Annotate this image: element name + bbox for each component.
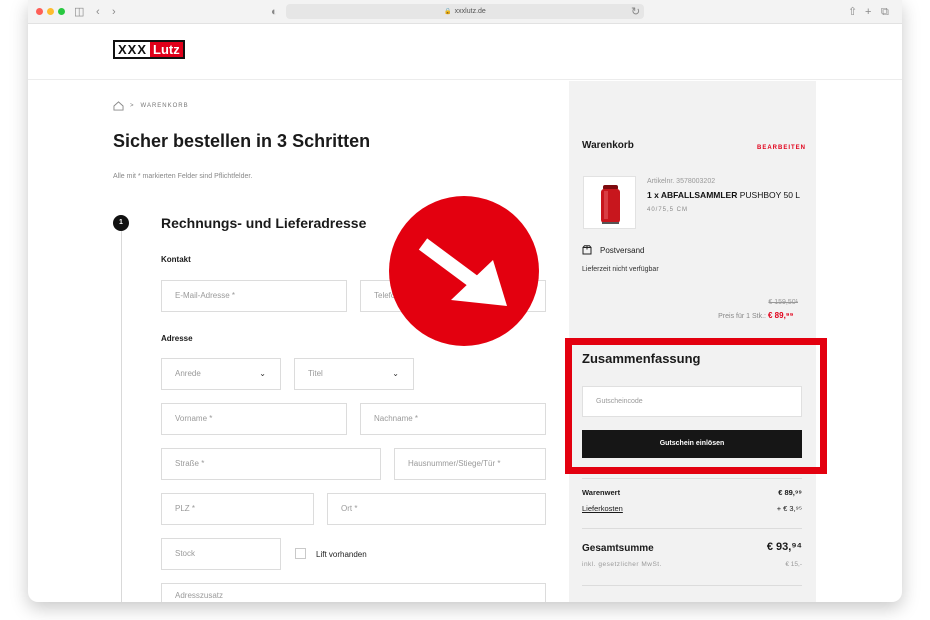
logo-xxx: XXX xyxy=(115,42,151,57)
firstname-field[interactable]: Vorname * xyxy=(161,403,347,435)
salutation-select[interactable]: Anrede ⌄ xyxy=(161,358,281,390)
edit-cart-link[interactable]: BEARBEITEN xyxy=(757,145,806,151)
breadcrumb-separator: > xyxy=(130,103,135,109)
product-dimensions: 40/75,5 CM xyxy=(647,207,689,213)
url-text: xxxlutz.de xyxy=(454,8,486,15)
zoom-window-dot[interactable] xyxy=(58,8,65,15)
logo-lutz: Lutz xyxy=(150,42,183,57)
address-bar[interactable]: 🔒 xxxlutz.de xyxy=(286,4,644,19)
salutation-value: Anrede xyxy=(175,369,201,378)
shipping-cost: + € 3,⁹⁵ xyxy=(776,504,802,513)
shipping-method-label: Postversand xyxy=(600,245,645,255)
product-name[interactable]: 1 x ABFALLSAMMLER PUSHBOY 50 L xyxy=(647,190,800,200)
shipping-cost-link[interactable]: Lieferkosten xyxy=(582,504,623,513)
breadcrumb-current: WARENKORB xyxy=(140,103,189,109)
product-name-rest: PUSHBOY 50 L xyxy=(737,190,801,200)
site-header: XXX Lutz xyxy=(28,24,902,80)
home-icon[interactable] xyxy=(113,101,124,111)
page-title: Sicher bestellen in 3 Schritten xyxy=(113,131,371,151)
reload-icon[interactable]: ↻ xyxy=(631,4,640,20)
email-field[interactable]: E-Mail-Adresse * xyxy=(161,280,347,312)
lock-icon: 🔒 xyxy=(444,9,452,15)
summary-divider xyxy=(582,585,802,586)
address-extra-field[interactable]: Adresszusatz xyxy=(161,583,546,602)
new-tab-icon[interactable]: + xyxy=(865,4,871,20)
article-number: Artikelnr. 3578003202 xyxy=(647,178,716,185)
chevron-down-icon: ⌄ xyxy=(392,369,399,378)
chevron-down-icon: ⌄ xyxy=(259,369,266,378)
annotation-highlight-box xyxy=(565,338,827,474)
zip-field[interactable]: PLZ * xyxy=(161,493,314,525)
cart-title: Warenkorb xyxy=(582,140,634,151)
step-number-badge: 1 xyxy=(113,215,129,231)
share-icon[interactable]: ⇧ xyxy=(848,4,857,20)
back-arrow-icon[interactable]: ‹ xyxy=(96,4,100,20)
annotation-arrow-badge xyxy=(389,196,539,346)
close-window-dot[interactable] xyxy=(36,8,43,15)
summary-divider xyxy=(582,478,802,479)
tab-overview-icon[interactable]: ⧉ xyxy=(881,4,889,20)
total-label: Gesamtsumme xyxy=(582,543,654,554)
step-progress-line xyxy=(121,231,122,602)
contact-label: Kontakt xyxy=(161,255,191,264)
title-select[interactable]: Titel ⌄ xyxy=(294,358,414,390)
privacy-shield-icon[interactable]: ◐ xyxy=(271,4,278,20)
lift-checkbox[interactable] xyxy=(295,548,306,559)
delivery-time-info: Lieferzeit nicht verfügbar xyxy=(582,266,659,273)
lift-checkbox-label: Lift vorhanden xyxy=(316,550,367,559)
summary-divider xyxy=(582,528,802,529)
forward-arrow-icon[interactable]: › xyxy=(112,4,116,20)
goods-value: € 89,⁹⁹ xyxy=(778,488,802,497)
package-icon xyxy=(582,245,592,255)
arrow-down-right-icon xyxy=(418,238,507,306)
shipping-method: Postversand xyxy=(582,245,644,255)
required-fields-hint: Alle mit * markierten Felder sind Pflich… xyxy=(113,173,253,180)
xxxlutz-logo[interactable]: XXX Lutz xyxy=(113,40,185,59)
breadcrumb: > WARENKORB xyxy=(113,101,189,111)
total-value: € 93,⁹⁴ xyxy=(766,541,802,553)
street-field[interactable]: Straße * xyxy=(161,448,381,480)
vat-label: inkl. gesetzlicher MwSt. xyxy=(582,561,662,568)
sidebar-toggle-icon[interactable]: ◫ xyxy=(74,4,84,20)
floor-field[interactable]: Stock xyxy=(161,538,281,570)
address-label: Adresse xyxy=(161,334,193,343)
house-number-field[interactable]: Hausnummer/Stiege/Tür * xyxy=(394,448,546,480)
browser-toolbar: ◫ ‹ › ◐ 🔒 xxxlutz.de ↻ ⇧ + ⧉ xyxy=(28,0,902,24)
lastname-field[interactable]: Nachname * xyxy=(360,403,546,435)
browser-window: ◫ ‹ › ◐ 🔒 xxxlutz.de ↻ ⇧ + ⧉ XXX Lutz > W… xyxy=(28,0,902,602)
minimize-window-dot[interactable] xyxy=(47,8,54,15)
vat-value: € 15,- xyxy=(785,561,802,568)
product-qty-name: 1 x ABFALLSAMMLER xyxy=(647,190,738,200)
product-image[interactable] xyxy=(583,176,636,229)
goods-value-label: Warenwert xyxy=(582,488,621,497)
unit-price: € 89,⁹⁹ xyxy=(768,311,794,320)
trash-bin-icon xyxy=(601,185,620,224)
step-title: Rechnungs- und Lieferadresse xyxy=(161,215,367,231)
unit-price-label: Preis für 1 Stk.: xyxy=(718,313,766,320)
city-field[interactable]: Ort * xyxy=(327,493,546,525)
title-value: Titel xyxy=(308,369,323,378)
old-price: € 159,50¹ xyxy=(768,299,798,306)
